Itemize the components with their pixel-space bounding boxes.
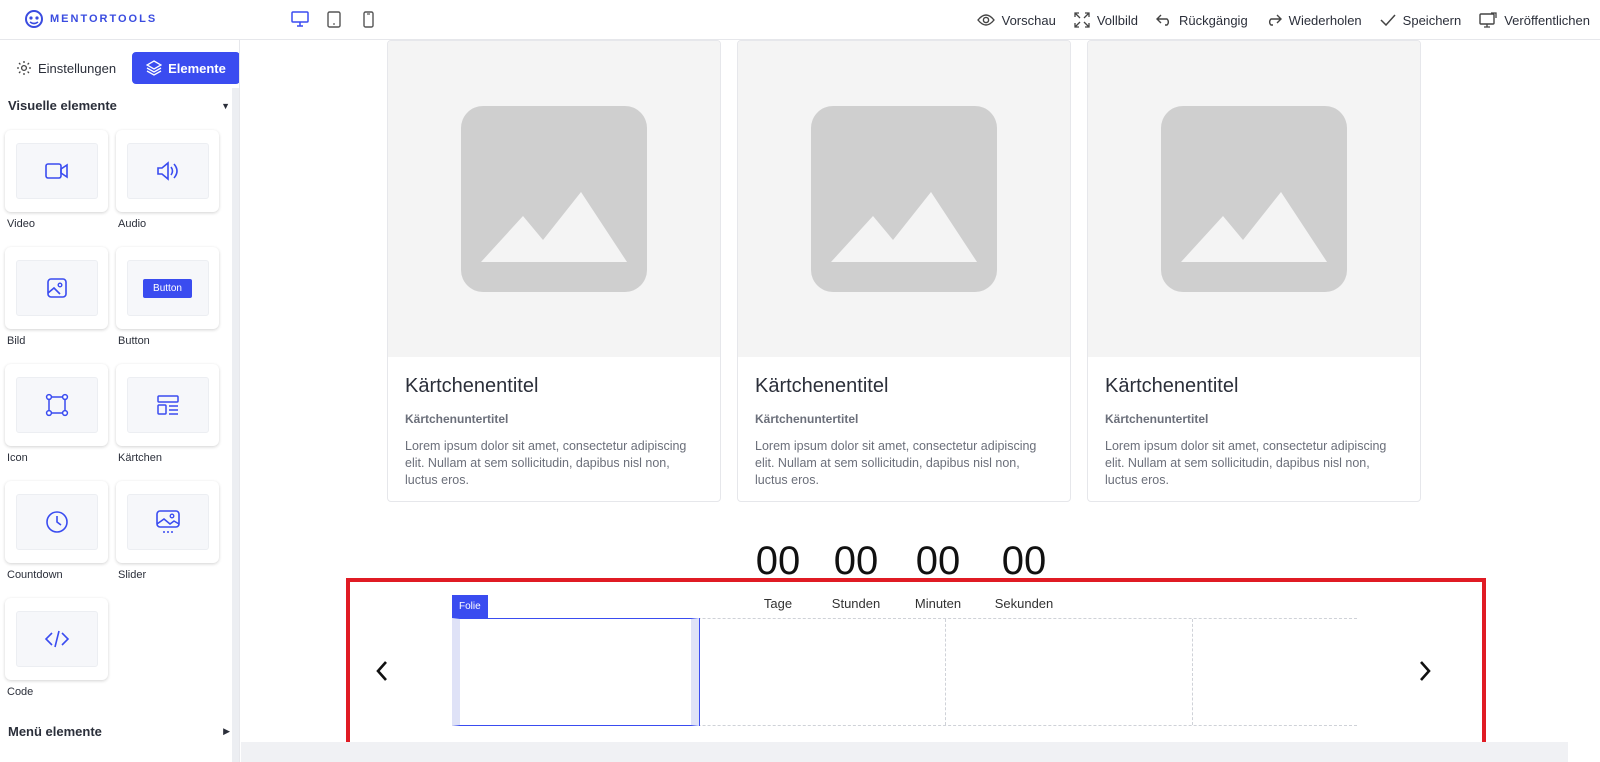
- logo-text: MENTORTOOLS: [50, 13, 158, 25]
- save-button[interactable]: Speichern: [1380, 12, 1462, 28]
- tab-settings[interactable]: Einstellungen: [10, 52, 122, 84]
- caret-right-icon: ▶: [223, 726, 230, 736]
- card-text: Lorem ipsum dolor sit amet, consectetur …: [405, 439, 687, 487]
- redo-button[interactable]: Wiederholen: [1266, 13, 1362, 28]
- tab-elements-label: Elemente: [168, 60, 226, 76]
- tile-code[interactable]: Code: [5, 598, 108, 698]
- tile-label: Code: [7, 686, 34, 698]
- card-image-placeholder: [1088, 41, 1420, 357]
- tile-card[interactable]: Kärtchen: [116, 364, 219, 464]
- card-layout-icon: [156, 395, 179, 415]
- card-title: Kärtchenentitel: [405, 375, 539, 397]
- slider-image-icon: [155, 510, 180, 533]
- device-switcher: [290, 9, 378, 29]
- tile-image[interactable]: Bild: [5, 247, 108, 347]
- fullscreen-label: Vollbild: [1096, 12, 1139, 28]
- countdown-value: 00: [755, 539, 801, 583]
- publish-button[interactable]: Veröffentlichen: [1479, 12, 1590, 28]
- publish-monitor-icon: [1479, 12, 1497, 28]
- code-icon: [44, 630, 69, 648]
- tile-slider[interactable]: Slider: [116, 481, 219, 581]
- tile-label: Video: [7, 218, 35, 230]
- video-icon: [44, 163, 68, 179]
- card-image-placeholder: [388, 41, 720, 357]
- section-visual-elements[interactable]: Visuelle elemente ▼: [8, 98, 230, 113]
- tile-countdown[interactable]: Countdown: [5, 481, 108, 581]
- countdown-value: 00: [1001, 539, 1047, 583]
- mobile-view-button[interactable]: [358, 9, 378, 29]
- tab-elements[interactable]: Elemente: [132, 52, 239, 84]
- countdown-value: 00: [915, 539, 961, 583]
- tile-label: Kärtchen: [118, 452, 163, 464]
- tile-label: Button: [118, 335, 150, 347]
- sidebar-tabs: Einstellungen Elemente: [10, 52, 239, 84]
- caret-down-icon: ▼: [221, 100, 230, 111]
- preview-label: Vorschau: [1001, 12, 1056, 28]
- slider-highlight-frame: [346, 578, 1486, 746]
- card[interactable]: Kärtchenentitel Kärtchenuntertitel Lorem…: [737, 40, 1071, 502]
- mobile-icon: [362, 10, 374, 28]
- tile-video[interactable]: Video: [5, 130, 108, 230]
- tile-icon[interactable]: Icon: [5, 364, 108, 464]
- tablet-icon: [327, 10, 341, 28]
- tile-label: Countdown: [7, 569, 63, 581]
- card[interactable]: Kärtchenentitel Kärtchenuntertitel Lorem…: [387, 40, 721, 502]
- tile-label: Slider: [118, 569, 147, 581]
- undo-label: Rückgängig: [1179, 12, 1248, 28]
- section-visual-label: Visuelle elemente: [8, 98, 117, 113]
- card-subtitle: Kärtchenuntertitel: [755, 412, 859, 426]
- top-bar: MENTORTOOLS Vorschau Vollbild Rückgängig…: [0, 0, 1600, 40]
- fullscreen-button[interactable]: Vollbild: [1074, 12, 1138, 28]
- card-title: Kärtchenentitel: [1105, 375, 1239, 397]
- card-text: Lorem ipsum dolor sit amet, consectetur …: [1105, 439, 1387, 487]
- preview-button[interactable]: Vorschau: [976, 12, 1056, 28]
- audio-icon: [156, 161, 178, 181]
- save-label: Speichern: [1402, 12, 1462, 28]
- sidebar: Einstellungen Elemente Visuelle elemente…: [0, 40, 240, 762]
- card[interactable]: Kärtchenentitel Kärtchenuntertitel Lorem…: [1087, 40, 1421, 502]
- desktop-view-button[interactable]: [290, 9, 310, 29]
- logo[interactable]: MENTORTOOLS: [24, 9, 157, 29]
- countdown-value: 00: [833, 539, 879, 583]
- card-image-placeholder: [738, 41, 1070, 357]
- gear-icon: [17, 61, 31, 75]
- tile-label: Bild: [7, 335, 26, 347]
- section-menu-label: Menü elemente: [8, 724, 102, 739]
- canvas-bottom-bar: [241, 742, 1568, 762]
- undo-button[interactable]: Rückgängig: [1156, 13, 1248, 28]
- tile-audio[interactable]: Audio: [116, 130, 219, 230]
- eye-icon: [976, 14, 995, 26]
- button-preview: Button: [143, 278, 192, 298]
- toolbar-actions: Vorschau Vollbild Rückgängig Wiederholen…: [976, 0, 1590, 40]
- card-subtitle: Kärtchenuntertitel: [405, 412, 509, 426]
- tile-label: Audio: [118, 218, 147, 230]
- clock-icon: [45, 511, 68, 533]
- check-icon: [1380, 14, 1396, 26]
- card-title: Kärtchenentitel: [755, 375, 889, 397]
- tile-button[interactable]: Button Button: [116, 247, 219, 347]
- canvas-vertical-scrollbar[interactable]: [1568, 40, 1600, 762]
- vector-square-icon: [45, 393, 68, 417]
- card-text: Lorem ipsum dolor sit amet, consectetur …: [755, 439, 1037, 487]
- expand-icon: [1074, 12, 1090, 28]
- logo-icon: [25, 10, 43, 28]
- image-placeholder-icon: [461, 106, 647, 292]
- tab-settings-label: Einstellungen: [38, 60, 117, 76]
- desktop-icon: [291, 11, 309, 27]
- redo-label: Wiederholen: [1288, 12, 1362, 28]
- image-placeholder-icon: [811, 106, 997, 292]
- publish-label: Veröffentlichen: [1504, 12, 1590, 28]
- tile-label: Icon: [7, 452, 28, 464]
- tablet-view-button[interactable]: [324, 9, 344, 29]
- layers-icon: [146, 60, 163, 76]
- undo-icon: [1156, 14, 1170, 26]
- redo-icon: [1268, 14, 1282, 26]
- sidebar-scrollbar[interactable]: [232, 88, 239, 762]
- section-menu-elements[interactable]: Menü elemente ▶: [8, 724, 230, 739]
- image-icon: [46, 278, 67, 298]
- image-placeholder-icon: [1161, 106, 1347, 292]
- card-subtitle: Kärtchenuntertitel: [1105, 412, 1209, 426]
